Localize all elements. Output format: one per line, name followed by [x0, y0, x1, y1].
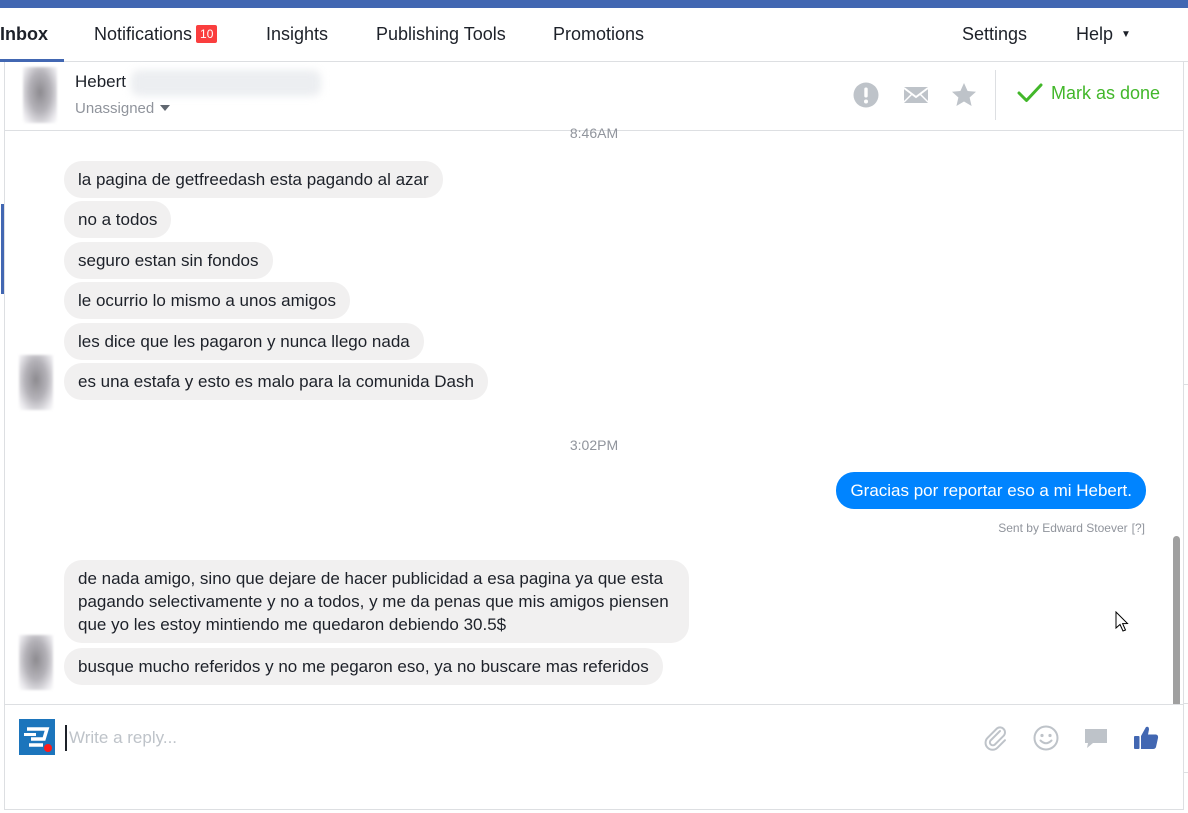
conversation-header: Hebert Unassigned Mark as done — [5, 62, 1183, 131]
incoming-message: les dice que les pagaron y nunca llego n… — [64, 323, 424, 360]
timestamp-top: 8:46AM — [569, 125, 619, 141]
message-thread[interactable]: 8:46AM la pagina de getfreedash esta pag… — [1, 125, 1183, 768]
window-edge-mark — [1184, 384, 1188, 385]
tab-notifications[interactable]: Notifications 10 — [94, 8, 218, 62]
timestamp-mid: 3:02PM — [569, 437, 619, 453]
incoming-message: le ocurrio lo mismo a unos amigos — [64, 282, 350, 319]
header-divider — [995, 70, 996, 120]
conversation-panel: Hebert Unassigned Mark as done 8:46AM la… — [1, 62, 1184, 810]
contact-name[interactable]: Hebert — [75, 72, 126, 92]
reply-composer — [5, 704, 1183, 809]
contact-avatar[interactable] — [23, 67, 57, 123]
window-edge-mark — [1184, 772, 1188, 773]
help-menu-label: Help — [1076, 24, 1114, 44]
tab-promotions[interactable]: Promotions — [553, 8, 644, 62]
tab-promotions-label: Promotions — [553, 24, 645, 44]
sender-avatar — [19, 355, 53, 410]
help-menu[interactable]: Help ▼ — [1076, 8, 1131, 62]
mail-icon[interactable] — [901, 80, 931, 110]
emoji-icon[interactable] — [1031, 723, 1061, 753]
tab-insights-label: Insights — [266, 24, 329, 44]
incoming-message: seguro estan sin fondos — [64, 242, 273, 279]
incoming-message: busque mucho referidos y no me pegaron e… — [64, 648, 663, 685]
sent-by-text: Sent by Edward Stoever — [998, 521, 1128, 535]
tab-notifications-label: Notifications — [94, 24, 193, 44]
incoming-message: la pagina de getfreedash esta pagando al… — [64, 161, 443, 198]
report-icon[interactable] — [851, 80, 881, 110]
window-edge-mark — [1184, 703, 1188, 704]
contact-name-redacted — [131, 70, 321, 96]
tab-insights[interactable]: Insights — [266, 8, 328, 62]
tab-settings-label: Settings — [962, 24, 1028, 44]
incoming-message: de nada amigo, sino que dejare de hacer … — [64, 560, 689, 643]
mark-as-done-label: Mark as done — [1051, 83, 1161, 103]
tab-inbox[interactable]: Inbox — [0, 8, 64, 62]
sent-by-help-link[interactable]: [?] — [1132, 521, 1145, 535]
reply-input[interactable] — [65, 725, 965, 751]
checkmark-icon — [1017, 83, 1043, 102]
top-brand-bar — [0, 0, 1188, 8]
incoming-message: es una estafa y esto es malo para la com… — [64, 363, 488, 400]
chevron-down-icon — [160, 105, 171, 111]
outgoing-message: Gracias por reportar eso a mi Hebert. — [836, 472, 1146, 509]
mark-as-done-button[interactable]: Mark as done — [1017, 82, 1160, 104]
incoming-message: no a todos — [64, 201, 172, 238]
like-icon[interactable] — [1131, 723, 1161, 753]
sticker-icon[interactable] — [1081, 723, 1111, 753]
star-icon[interactable] — [949, 80, 979, 110]
tab-publishing-tools-label: Publishing Tools — [376, 24, 506, 44]
assignment-label: Unassigned — [75, 100, 155, 117]
page-logo-icon[interactable] — [19, 719, 55, 755]
active-indicator — [1, 204, 4, 294]
assignment-dropdown[interactable]: Unassigned — [75, 100, 171, 117]
page-nav-bar: Inbox Notifications 10 Insights Publishin… — [0, 8, 1188, 62]
attachment-icon[interactable] — [981, 723, 1011, 753]
notifications-count-badge: 10 — [196, 25, 218, 43]
sender-avatar — [19, 635, 53, 690]
sent-by-label: Sent by Edward Stoever [?] — [998, 521, 1145, 535]
tab-inbox-label: Inbox — [0, 24, 48, 44]
caret-down-icon: ▼ — [1121, 29, 1131, 40]
tab-publishing-tools[interactable]: Publishing Tools — [376, 8, 506, 62]
mouse-cursor-icon — [1115, 611, 1129, 632]
tab-settings[interactable]: Settings — [962, 8, 1027, 62]
